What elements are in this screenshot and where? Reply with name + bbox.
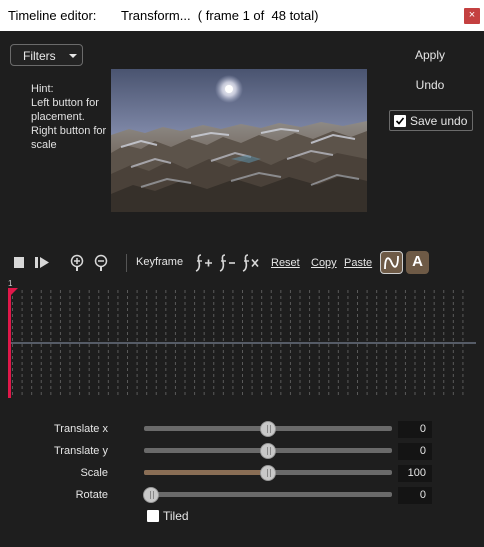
translate-x-slider[interactable] xyxy=(144,420,392,438)
add-keyframe-icon[interactable] xyxy=(194,250,214,276)
timeline-toolbar: Keyframe Reset Copy Paste A xyxy=(0,250,484,276)
filters-label: Filters xyxy=(23,49,56,63)
slider-thumb[interactable] xyxy=(143,487,159,503)
translate-y-value[interactable]: 0 xyxy=(398,443,432,460)
slider-thumb[interactable] xyxy=(260,421,276,437)
slider-track xyxy=(144,492,392,497)
rotate-value[interactable]: 0 xyxy=(398,487,432,504)
param-label-translate-y: Translate y xyxy=(53,445,108,457)
scale-value[interactable]: 100 xyxy=(398,465,432,482)
slider-fill xyxy=(144,470,268,475)
play-icon[interactable] xyxy=(34,250,52,276)
curve-mode-button[interactable] xyxy=(380,251,403,274)
toolbar-separator xyxy=(126,254,127,272)
chevron-down-icon xyxy=(69,54,77,58)
title-bar: Timeline editor: Transform... ( frame 1 … xyxy=(0,0,484,31)
param-label-translate-x: Translate x xyxy=(53,423,108,435)
stop-icon[interactable] xyxy=(12,250,26,276)
keyframe-label: Keyframe xyxy=(136,256,184,268)
preview-image[interactable] xyxy=(111,69,367,212)
translate-x-value[interactable]: 0 xyxy=(398,421,432,438)
close-button[interactable]: × xyxy=(464,8,480,24)
curve-icon xyxy=(384,255,399,270)
window-title: Transform... ( frame 1 of 48 total) xyxy=(121,8,319,23)
window-title-prefix: Timeline editor: xyxy=(8,8,97,23)
delete-keyframe-icon[interactable] xyxy=(241,250,261,276)
translate-y-slider[interactable] xyxy=(144,442,392,460)
apply-button[interactable]: Apply xyxy=(400,48,460,62)
slider-thumb[interactable] xyxy=(260,465,276,481)
save-undo-label: Save undo xyxy=(410,114,468,128)
filters-dropdown[interactable]: Filters xyxy=(10,44,83,66)
copy-link[interactable]: Copy xyxy=(311,257,337,269)
hint-text: Hint: Left button for placement. Right b… xyxy=(31,83,107,151)
zoom-out-icon[interactable] xyxy=(93,250,109,276)
scale-slider[interactable] xyxy=(144,464,392,482)
zoom-in-icon[interactable] xyxy=(69,250,85,276)
param-label-scale: Scale xyxy=(80,467,108,479)
param-label-rotate: Rotate xyxy=(75,489,108,501)
undo-button[interactable]: Undo xyxy=(400,78,460,92)
paste-link[interactable]: Paste xyxy=(344,257,372,269)
remove-keyframe-icon[interactable] xyxy=(218,250,238,276)
frame-marker-label: 1 xyxy=(8,280,13,288)
save-undo-checkbox[interactable]: Save undo xyxy=(389,110,473,131)
auto-icon: A xyxy=(412,253,423,270)
slider-thumb[interactable] xyxy=(260,443,276,459)
timeline-area[interactable]: 1 xyxy=(8,280,476,398)
reset-link[interactable]: Reset xyxy=(271,257,300,269)
checkbox-checked-icon xyxy=(394,115,406,127)
rotate-slider[interactable] xyxy=(143,486,392,504)
tiled-label: Tiled xyxy=(163,509,189,523)
checkbox-unchecked-icon xyxy=(147,510,159,522)
auto-mode-button[interactable]: A xyxy=(406,251,429,274)
